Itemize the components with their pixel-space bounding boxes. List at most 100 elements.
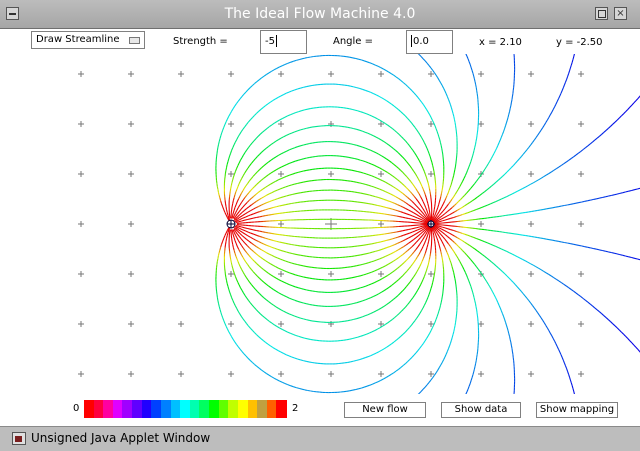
streamline-segment [292,286,295,287]
streamline-segment [259,198,262,200]
streamline-segment [285,204,288,205]
streamline-segment [427,201,428,204]
streamline-segment [464,270,465,273]
show-mapping-button[interactable]: Show mapping [536,402,618,418]
streamline-segment [630,105,632,107]
streamline-segment [570,380,571,383]
streamline-segment [388,184,391,186]
streamline-segment [441,83,443,86]
streamline-segment [252,161,254,163]
streamline-segment [529,301,531,303]
streamline-segment [271,275,274,277]
show-data-button[interactable]: Show data [441,402,521,418]
streamline-segment [431,68,433,70]
streamline-segment [233,106,235,109]
flow-field-canvas[interactable] [0,54,640,394]
streamline-segment [399,248,402,250]
maximize-icon[interactable] [595,7,608,20]
streamline-segment [271,240,274,241]
streamline-segment [371,92,374,93]
streamline-segment [286,261,289,262]
streamline-segment [452,240,454,242]
streamline-segment [358,59,361,60]
streamline-segment [382,98,385,100]
streamline-segment [506,325,507,328]
streamline-segment [447,96,448,99]
streamline-segment [420,242,422,245]
streamline-segment [292,194,295,195]
angle-input[interactable]: 0.0 [406,30,453,54]
streamline-segment [290,114,293,115]
streamline-segment [392,163,394,165]
streamline-segment [406,305,408,307]
streamline-segment [437,131,438,134]
streamline-segment [549,172,552,174]
streamline-segment [355,277,358,278]
streamline-segment [312,143,315,144]
streamline-segment [457,189,459,192]
x-readout: x = 2.10 [479,37,522,48]
grid-marker [578,371,584,377]
streamline-segment [432,120,433,123]
streamline-segment [490,203,493,204]
streamline-segment [236,244,237,247]
streamline-segment [226,119,227,122]
streamline-segment [275,248,278,249]
streamline-segment [410,166,412,168]
streamline-segment [245,216,248,217]
streamline-segment [435,126,436,129]
streamline-segment [263,259,266,261]
streamline-segment [410,247,412,249]
streamline-segment [304,277,307,278]
streamline-segment [437,230,439,232]
streamline-segment [260,152,262,154]
streamline-segment [434,171,435,174]
streamline-segment [576,245,579,246]
streamline-segment [634,101,636,103]
grid-marker [378,221,384,227]
streamline-segment [233,145,234,148]
streamline-segment [416,155,418,158]
streamline-segment [413,125,415,127]
streamline-segment [357,265,360,266]
streamline-segment [371,354,374,355]
streamline-segment [406,203,408,205]
streamline-segment [298,276,301,277]
streamline-segment [281,352,284,353]
streamline-segment [352,192,355,193]
mode-dropdown[interactable]: Draw Streamline [31,31,145,49]
streamline-segment [401,212,404,213]
streamline-segment [222,130,223,133]
streamline-segment [427,297,428,300]
streamline-segment [249,205,251,207]
streamline-segment [399,336,401,338]
streamline-segment [432,229,433,232]
streamline-segment [237,208,238,211]
streamline-segment [350,390,353,391]
streamline-segment [308,339,311,340]
streamline-segment [307,170,310,171]
streamline-segment [230,111,231,114]
streamline-segment [466,392,467,394]
new-flow-button[interactable]: New flow [344,402,426,418]
streamline-segment [585,201,588,202]
streamline-segment [255,274,257,276]
streamline-segment [479,207,482,208]
streamline-segment [384,99,387,101]
streamline-segment [414,186,416,189]
streamline-segment [403,273,405,275]
close-icon[interactable]: × [614,7,627,20]
streamline-segment [292,315,295,316]
strength-input[interactable]: -5 [260,30,307,54]
streamline-segment [381,241,384,242]
streamline-segment [305,58,308,59]
streamline-segment [361,60,364,61]
streamline-segment [301,302,304,303]
streamline-segment [553,207,556,208]
streamline-segment [475,249,477,251]
streamline-segment [441,363,443,366]
title-bar[interactable]: The Ideal Flow Machine 4.0 × [0,0,640,29]
streamline-segment [252,305,254,307]
streamline-segment [485,279,487,282]
streamline-segment [392,284,394,286]
